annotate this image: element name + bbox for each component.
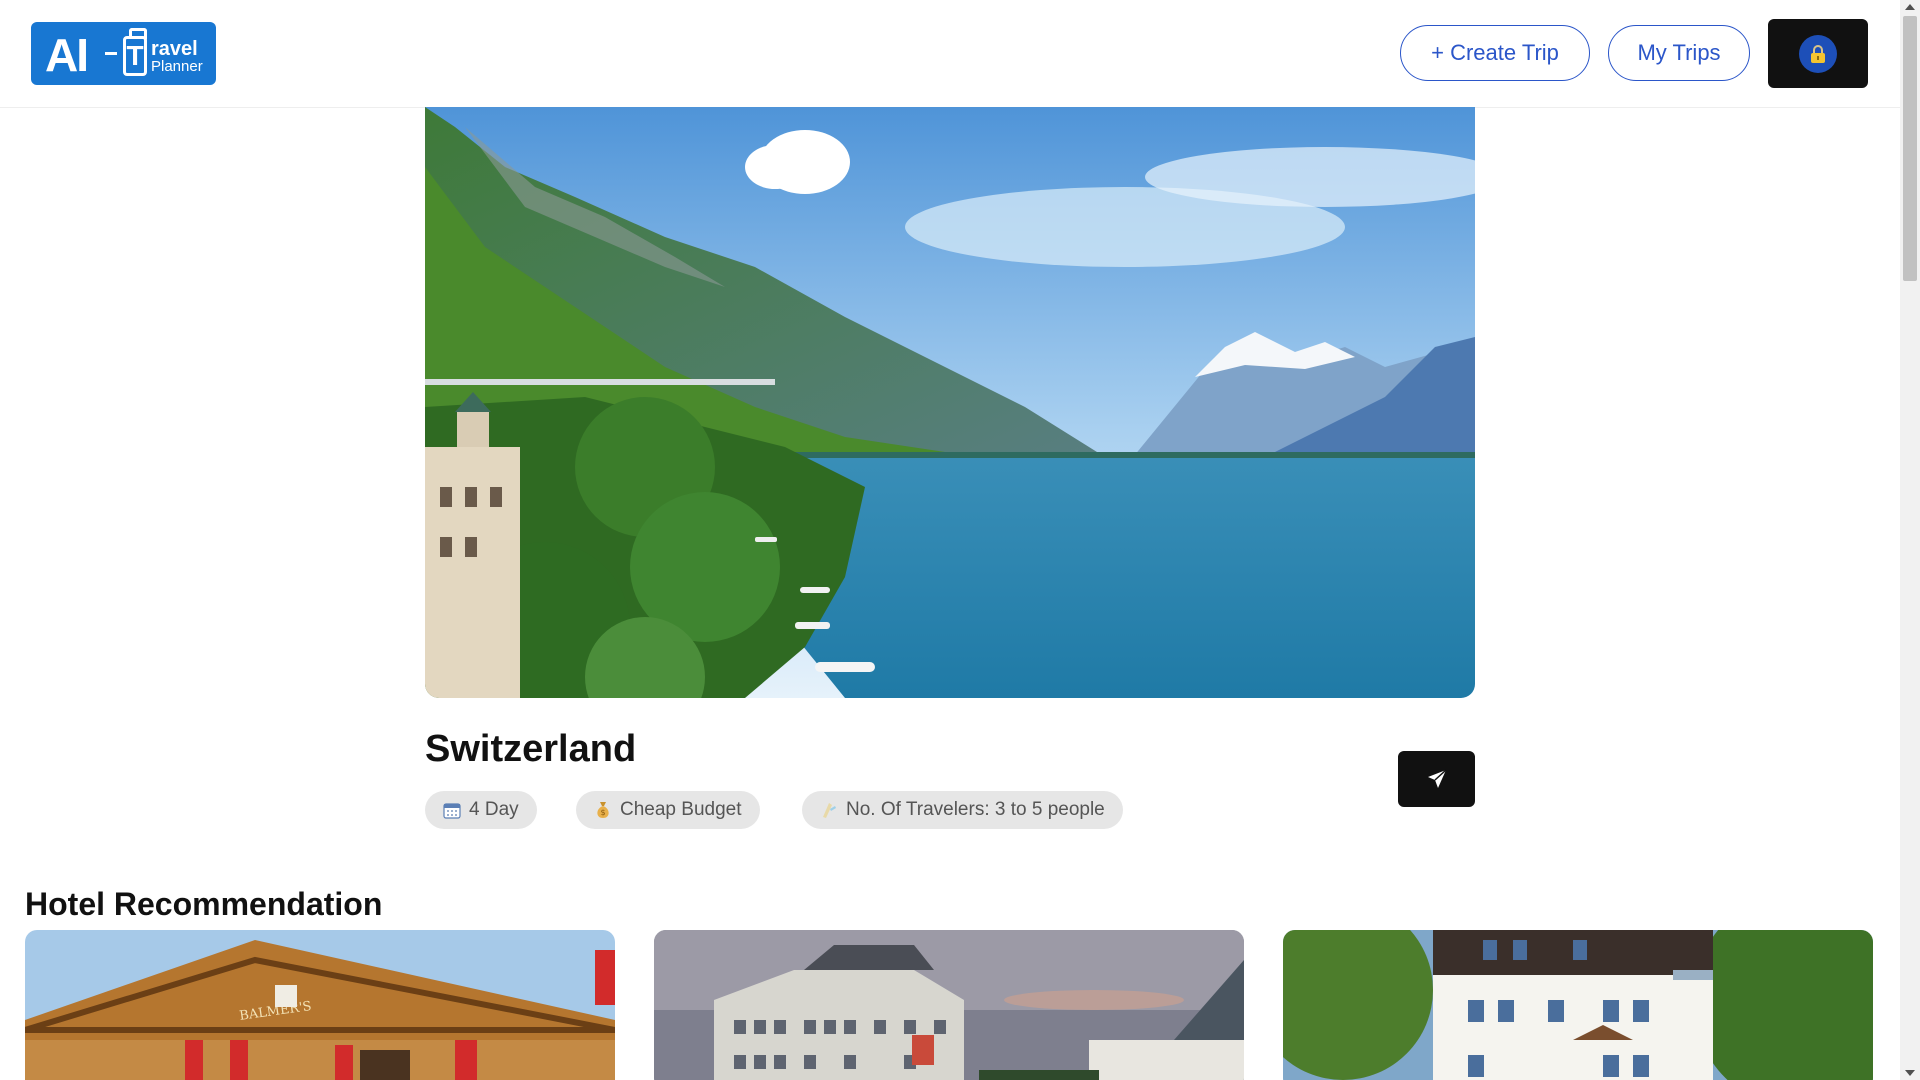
logo-ai-text: AI [45, 29, 89, 81]
travelers-icon [820, 801, 838, 819]
logo-word-planner: Planner [151, 58, 203, 75]
hotel-image: BALMER'S [25, 930, 615, 1080]
hotel-section-title: Hotel Recommendation [25, 886, 383, 922]
hotel-image [1283, 930, 1873, 1080]
page-scrollbar[interactable] [1900, 0, 1920, 1080]
travelers-chip: No. Of Travelers: 3 to 5 people [802, 791, 1123, 829]
create-trip-button[interactable]: + Create Trip [1400, 25, 1590, 81]
send-icon [1427, 769, 1447, 788]
scrollbar-thumb[interactable] [1903, 16, 1917, 281]
scroll-up-icon[interactable] [1905, 4, 1915, 10]
duration-label: 4 Day [469, 799, 519, 820]
destination-hero-image [425, 107, 1475, 698]
share-button[interactable] [1398, 751, 1475, 807]
app-logo[interactable]: AI T ravel Planner [31, 22, 216, 85]
trip-title: Switzerland [425, 728, 637, 770]
top-nav: AI T ravel Planner + Create Trip My Trip… [0, 0, 1900, 108]
logo-dash [105, 52, 117, 55]
avatar [1799, 34, 1837, 73]
calendar-icon [443, 801, 461, 819]
hotel-card[interactable] [654, 930, 1244, 1080]
travelers-label: No. Of Travelers: 3 to 5 people [846, 799, 1105, 820]
budget-label: Cheap Budget [620, 799, 742, 820]
duration-chip: 4 Day [425, 791, 537, 829]
page: AI T ravel Planner + Create Trip My Trip… [0, 0, 1900, 1080]
money-bag-icon: $ [594, 800, 612, 820]
budget-chip: $ Cheap Budget [576, 791, 760, 829]
scroll-down-icon[interactable] [1905, 1070, 1915, 1076]
my-trips-button[interactable]: My Trips [1608, 25, 1750, 81]
svg-text:$: $ [600, 808, 605, 817]
hotel-card[interactable] [1283, 930, 1873, 1080]
lock-icon [1811, 44, 1825, 63]
lake-mountain-illustration [425, 107, 1475, 698]
logo-luggage-icon: T [123, 36, 147, 76]
hotel-card[interactable]: BALMER'S [25, 930, 615, 1080]
hotel-image [654, 930, 1244, 1080]
account-button[interactable] [1768, 19, 1868, 88]
